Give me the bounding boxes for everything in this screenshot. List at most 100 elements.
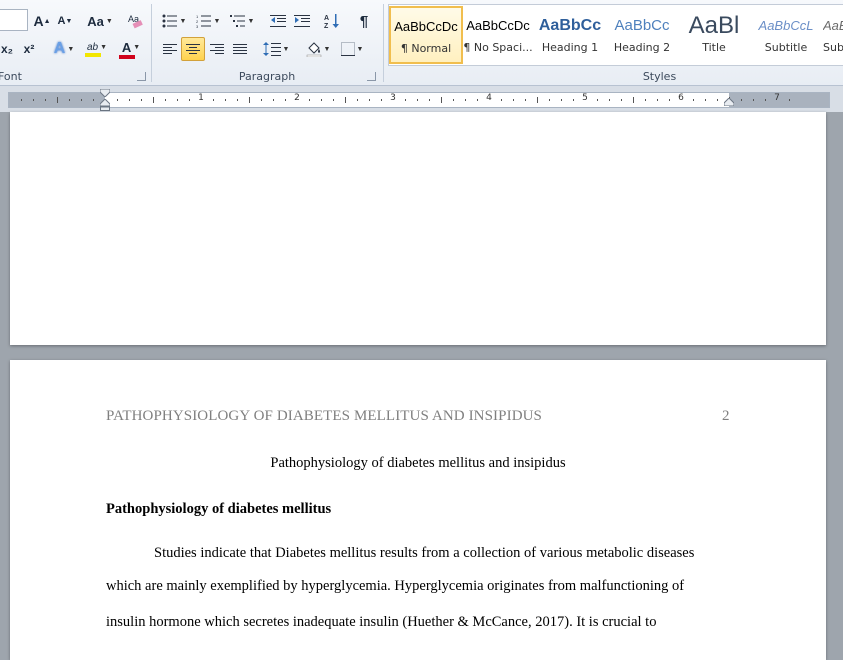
superscript-button[interactable]: x² (18, 37, 40, 61)
styles-group-label: Styles (642, 70, 677, 83)
highlight-button[interactable]: ab ▼ (80, 37, 114, 61)
style-name: ¶ Normal (400, 42, 452, 55)
style-name: Heading 1 (541, 41, 599, 54)
borders-button[interactable]: ▼ (336, 37, 368, 61)
highlight-color-swatch (85, 52, 101, 57)
font-dialog-launcher[interactable] (137, 72, 146, 81)
sort-button[interactable]: A Z (320, 9, 344, 33)
style-sample: AaBl (688, 12, 740, 39)
ruler-tick (21, 99, 22, 101)
grow-font-icon: A (33, 13, 44, 29)
increase-indent-button[interactable] (290, 9, 314, 33)
paragraph-dialog-launcher[interactable] (367, 72, 376, 81)
line-spacing-icon (262, 42, 281, 56)
ruler-tick (741, 99, 742, 101)
ruler-tick (117, 99, 118, 101)
ruler-tick (633, 97, 634, 103)
style-heading-2[interactable]: AaBbCc Heading 2 (607, 7, 677, 63)
style-name: Subtitle (764, 41, 808, 54)
ruler-tick (405, 99, 406, 101)
increase-indent-icon (294, 15, 310, 27)
align-left-icon (163, 43, 177, 55)
justify-button[interactable] (228, 37, 252, 61)
ruler-number: 3 (390, 93, 396, 103)
align-center-icon (186, 43, 200, 55)
text-effects-button[interactable]: A ▼ (50, 37, 78, 61)
paragraph-group-label: Paragraph (238, 70, 296, 83)
ruler-tick (561, 99, 562, 101)
ruler-tick (309, 99, 310, 101)
justify-icon (233, 43, 247, 55)
ruler-tick (345, 97, 346, 103)
style-subtitle[interactable]: AaBbCcL Subtitle (751, 7, 821, 63)
style-sample: AaBbCc (538, 17, 602, 34)
show-formatting-marks-button[interactable]: ¶ (352, 9, 376, 33)
decrease-indent-button[interactable] (266, 9, 290, 33)
multilevel-list-button[interactable]: ▼ (226, 9, 258, 33)
page-2[interactable]: PATHOPHYSIOLOGY OF DIABETES MELLITUS AND… (10, 360, 826, 660)
font-color-swatch (119, 54, 135, 59)
font-size-box[interactable] (0, 9, 28, 31)
ribbon: A ▲ A ▼ Aa ▼ Aa x₂ x² A ▼ ab ▼ A ▼ Font … (0, 0, 843, 86)
bullets-icon (162, 14, 177, 28)
style-name: Sub (823, 41, 843, 54)
style-sample: AaBbCc (614, 17, 670, 34)
clear-formatting-button[interactable]: Aa (124, 9, 148, 33)
ruler-tick (429, 99, 430, 101)
style-heading-1[interactable]: AaBbCc Heading 1 (535, 7, 605, 63)
style-no-spacing[interactable]: AaBbCcDc ¶ No Spaci... (463, 7, 533, 63)
horizontal-ruler[interactable]: 1 2 3 4 5 6 7 (0, 86, 843, 112)
borders-icon (340, 42, 355, 56)
ruler-tick (621, 99, 622, 101)
ruler-tick (657, 99, 658, 101)
ruler-number: 1 (198, 93, 204, 103)
ruler-number: 7 (774, 93, 780, 103)
ruler-tick (153, 97, 154, 103)
paragraph-line: insulin hormone which secretes inadequat… (106, 614, 657, 630)
ruler-tick (213, 99, 214, 101)
ruler-tick (69, 99, 70, 101)
shrink-font-button[interactable]: A ▼ (54, 9, 76, 33)
change-case-icon: Aa (87, 13, 104, 29)
change-case-button[interactable]: Aa ▼ (84, 9, 116, 33)
text-effects-icon: A (53, 40, 66, 57)
align-left-button[interactable] (158, 37, 182, 61)
font-group: A ▲ A ▼ Aa ▼ Aa x₂ x² A ▼ ab ▼ A ▼ Font (0, 0, 150, 85)
ruler-tick (129, 99, 130, 101)
font-color-icon: A (121, 39, 132, 55)
style-sample: AaBbCcL (823, 18, 843, 33)
paint-bucket-icon (306, 42, 321, 57)
ruler-tick (513, 99, 514, 101)
page-number: 2 (722, 408, 730, 424)
right-indent-marker[interactable] (724, 98, 734, 106)
subscript-button[interactable]: x₂ (0, 37, 18, 61)
grow-font-button[interactable]: A ▲ (31, 9, 53, 33)
ruler-tick (237, 99, 238, 101)
shading-button[interactable]: ▼ (302, 37, 334, 61)
align-right-button[interactable] (205, 37, 229, 61)
ruler-tick (669, 99, 670, 101)
bullets-button[interactable]: ▼ (158, 9, 190, 33)
style-normal[interactable]: AaBbCcDc ¶ Normal (389, 6, 463, 64)
ruler-tick (753, 99, 754, 101)
ruler-tick (537, 97, 538, 103)
style-subtle-emphasis[interactable]: AaBbCcL Sub (823, 7, 843, 63)
align-right-icon (210, 43, 224, 55)
hanging-indent-marker[interactable] (100, 99, 110, 111)
line-spacing-button[interactable]: ▼ (260, 37, 292, 61)
ruler-bar[interactable]: 1 2 3 4 5 6 7 (8, 92, 830, 108)
style-title[interactable]: AaBl Title (679, 7, 749, 63)
align-center-button[interactable] (181, 37, 205, 61)
running-head: PATHOPHYSIOLOGY OF DIABETES MELLITUS AND… (106, 408, 543, 424)
ruler-tick (81, 99, 82, 101)
numbering-button[interactable]: 1 2 3 ▼ (192, 9, 224, 33)
style-name: ¶ No Spaci... (463, 41, 533, 54)
ruler-tick (705, 99, 706, 101)
style-sample: AaBbCcDc (466, 18, 530, 33)
ruler-tick (441, 97, 442, 103)
font-color-button[interactable]: A ▼ (114, 37, 148, 61)
ruler-tick (501, 99, 502, 101)
ruler-tick (525, 99, 526, 101)
first-line-indent-marker[interactable] (100, 89, 110, 97)
page-1[interactable] (10, 112, 826, 345)
